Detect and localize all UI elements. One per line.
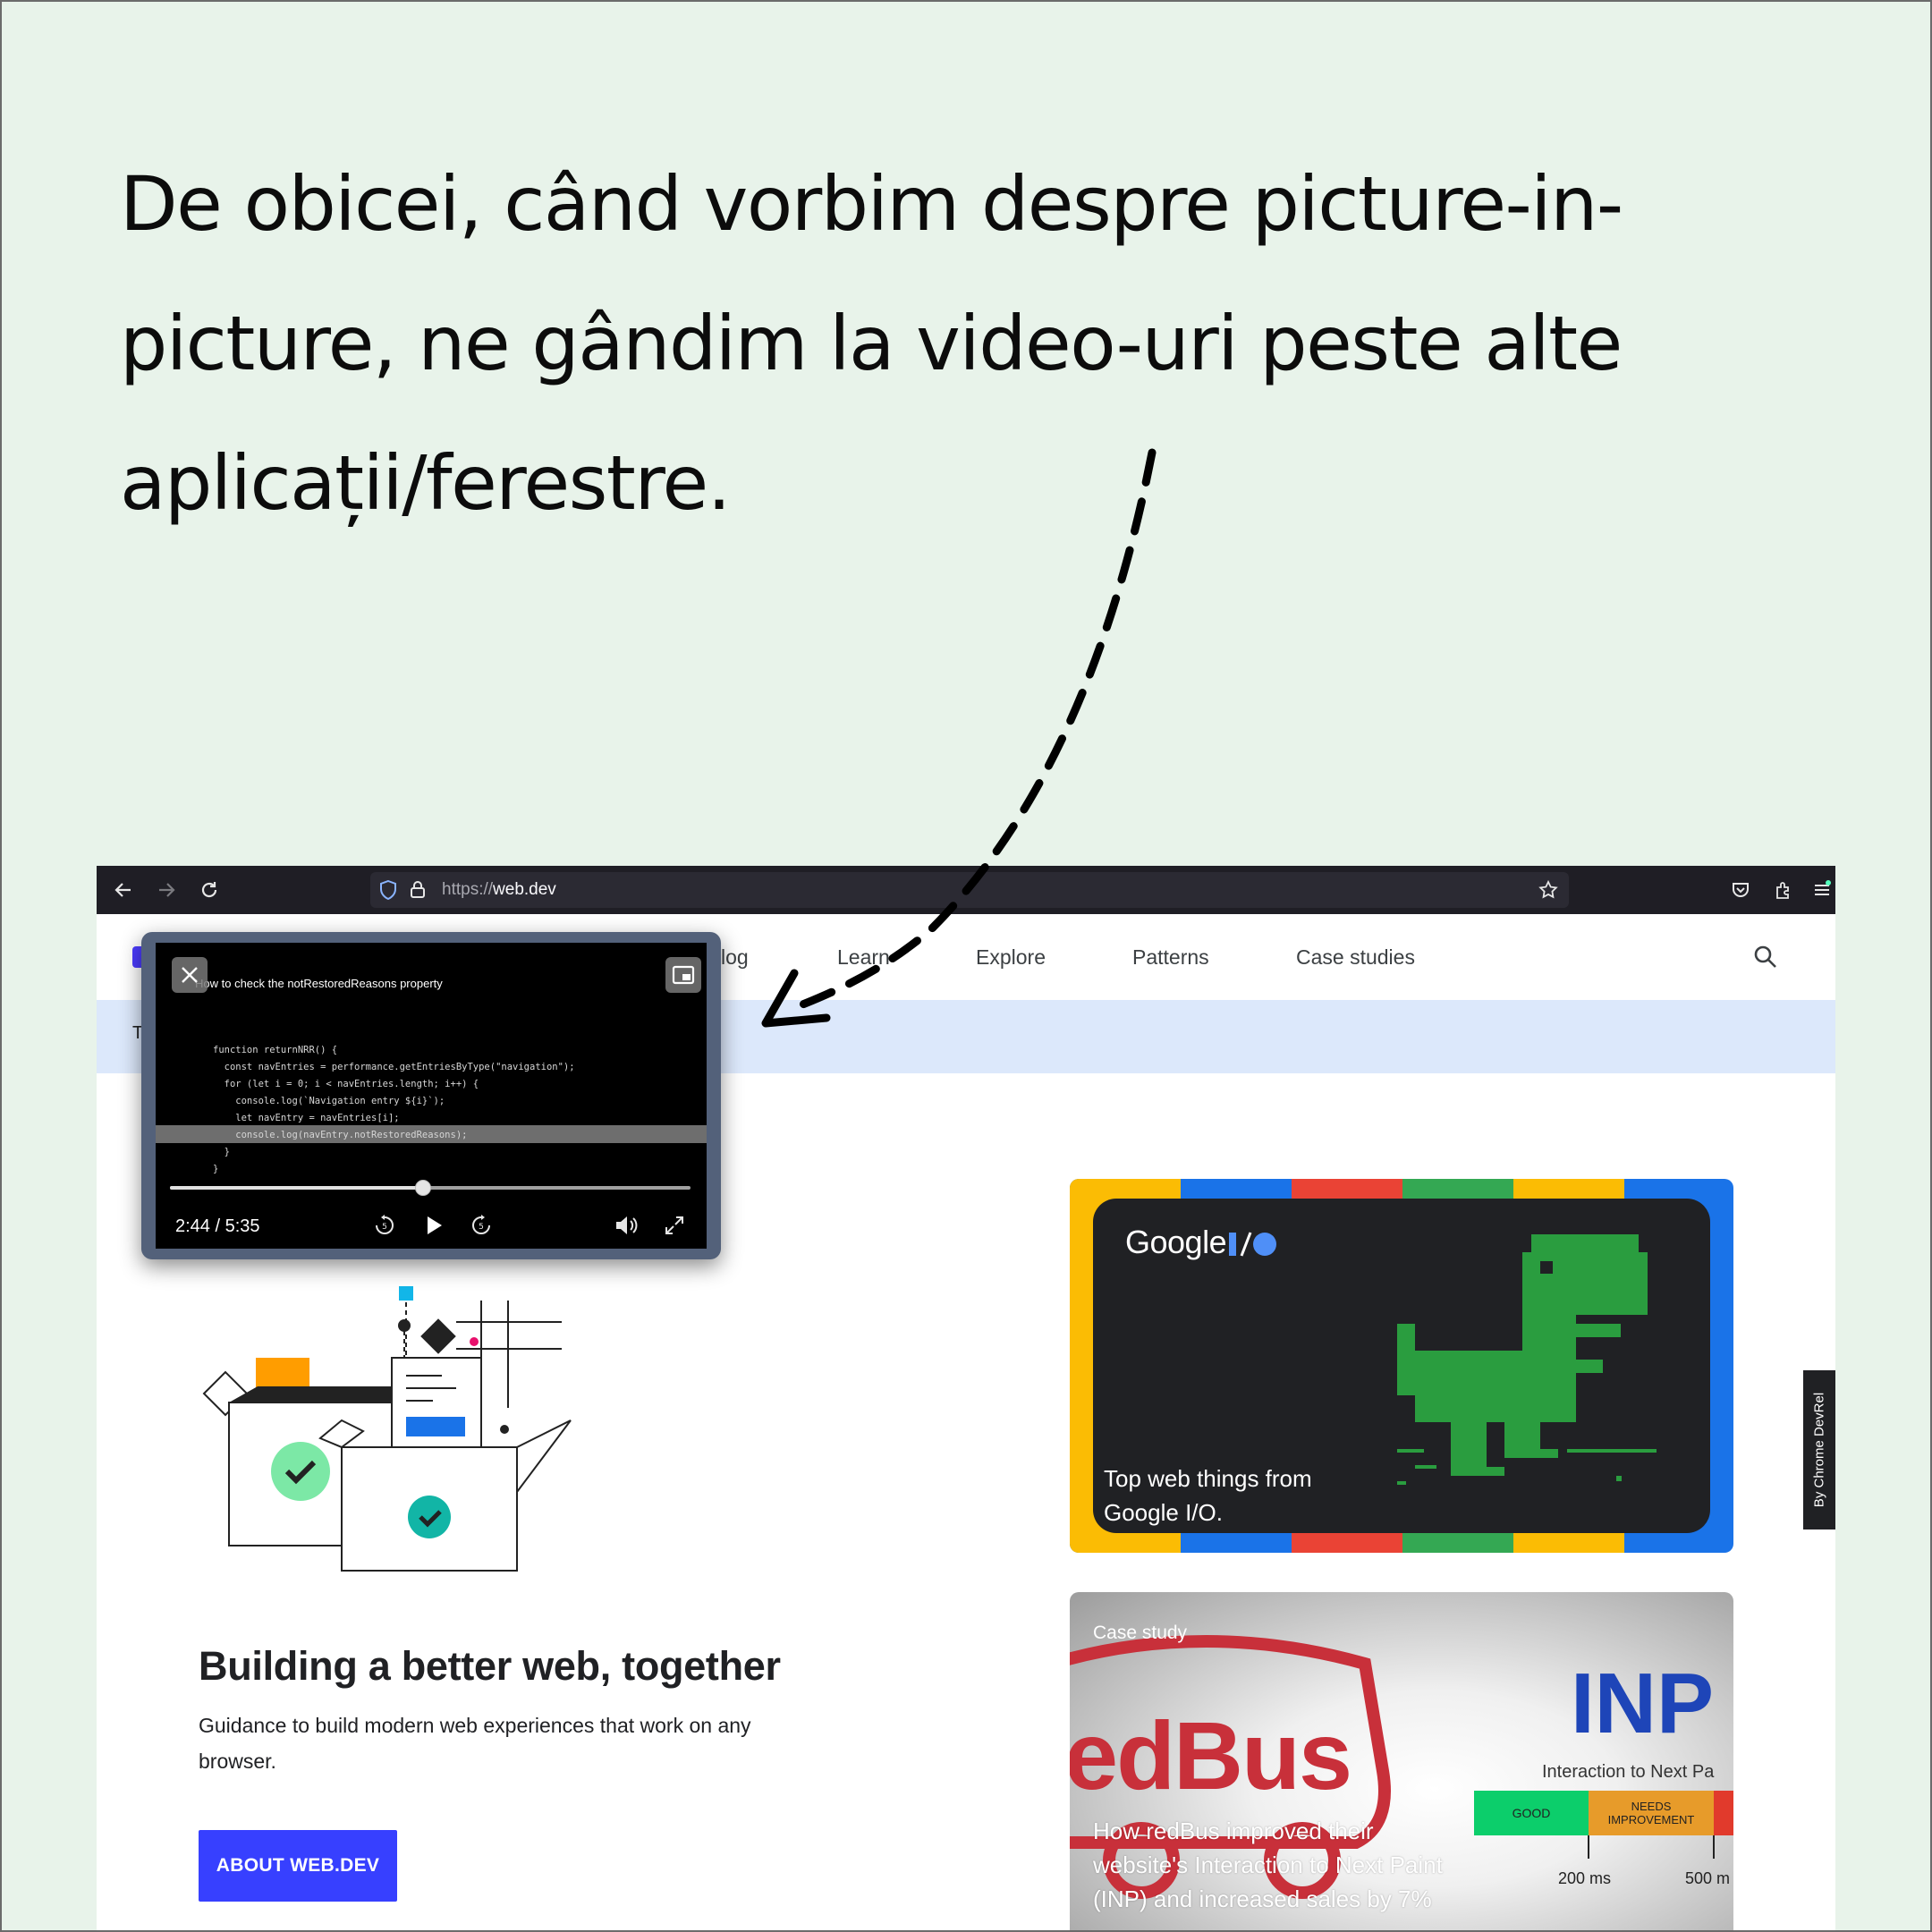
dashed-arrow xyxy=(761,448,1157,1028)
